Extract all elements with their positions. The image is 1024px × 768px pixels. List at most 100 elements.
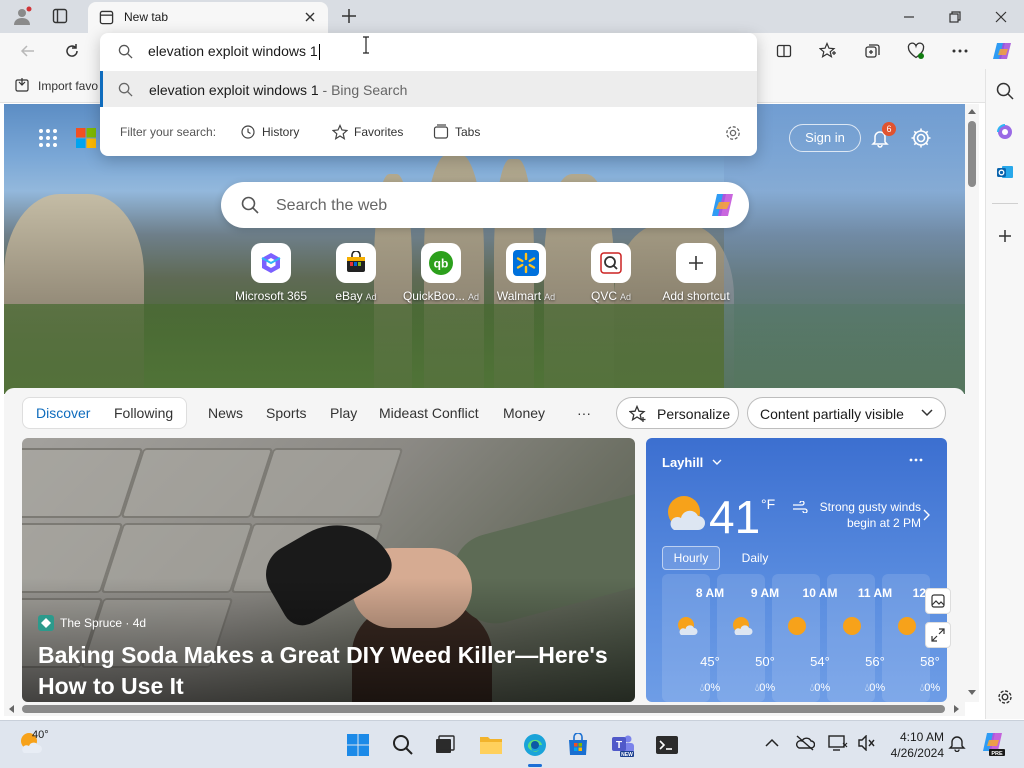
content-visibility-dropdown[interactable]: Content partially visible [747, 397, 946, 429]
import-favorites-icon [14, 77, 30, 93]
scroll-left-arrow-icon[interactable] [7, 704, 15, 714]
page-settings-icon[interactable] [910, 127, 932, 149]
sunny-icon [841, 616, 863, 636]
more-options-icon[interactable] [946, 37, 974, 65]
collections-icon[interactable] [859, 37, 887, 65]
hourly-forecast-item: 10 AM 54° 💧︎0% [772, 574, 837, 702]
address-bar-input[interactable]: elevation exploit windows 1 [148, 43, 320, 61]
sidebar-copilot-icon[interactable] [991, 118, 1019, 146]
search-settings-gear-icon[interactable] [724, 124, 742, 142]
tab-money[interactable]: Money [503, 405, 545, 421]
more-tabs-button[interactable]: ··· [577, 405, 591, 421]
address-bar-dropdown[interactable]: elevation exploit windows 1 elevation ex… [100, 33, 757, 156]
copilot-preview-icon[interactable]: PRE [980, 731, 1006, 757]
show-hidden-icons-chevron-up-icon[interactable] [765, 738, 779, 748]
close-window-button[interactable] [978, 0, 1024, 33]
new-tab-plus-icon[interactable] [340, 7, 358, 25]
sidebar-search-icon[interactable] [991, 77, 1019, 105]
copilot-search-icon[interactable] [709, 192, 737, 218]
chevron-right-icon[interactable] [923, 509, 930, 521]
temperature-unit[interactable]: °F [761, 496, 775, 512]
back-icon[interactable] [14, 37, 42, 65]
task-view-icon[interactable] [430, 730, 460, 760]
sidebar-outlook-icon[interactable] [991, 158, 1019, 186]
tabs-icon [433, 124, 449, 139]
i-beam-cursor-icon [362, 36, 370, 54]
shortcut-walmart[interactable]: Walmart Ad [484, 243, 568, 303]
partly-sunny-icon [676, 616, 698, 636]
search-filter-bar: Filter your search: History Favorites Ta… [100, 115, 757, 151]
web-search-box[interactable]: Search the web [221, 182, 749, 228]
taskbar-search-icon[interactable] [388, 730, 418, 760]
weather-more-icon[interactable] [909, 458, 923, 462]
expand-icon [931, 628, 945, 642]
weather-location[interactable]: Layhill [662, 455, 703, 470]
tab-mideast-conflict[interactable]: Mideast Conflict [379, 405, 479, 421]
filter-tabs[interactable]: Tabs [433, 124, 480, 140]
shortcut-microsoft-365[interactable]: Microsoft 365 [229, 243, 313, 303]
filter-history[interactable]: History [240, 124, 299, 140]
shortcut-ebay[interactable]: eBay Ad [314, 243, 398, 303]
sidebar-settings-icon[interactable] [991, 683, 1019, 711]
weather-alert[interactable]: Strong gusty winds begin at 2 PM [791, 499, 921, 531]
microsoft-store-icon[interactable] [563, 730, 593, 760]
sidebar-add-icon[interactable] [991, 222, 1019, 250]
close-tab-icon[interactable] [304, 11, 316, 23]
tab-sports[interactable]: Sports [266, 405, 306, 421]
app-launcher-icon[interactable] [38, 128, 58, 148]
volume-muted-icon[interactable] [857, 735, 875, 751]
sign-in-button[interactable]: Sign in [789, 124, 861, 152]
news-source-label: The Spruce · 4d [60, 616, 147, 630]
shortcut-qvc[interactable]: QVC Ad [569, 243, 653, 303]
teams-icon[interactable]: T NEW [608, 730, 638, 760]
profile-icon[interactable] [12, 6, 32, 26]
weather-card[interactable]: Layhill 41 °F Strong gusty winds begin a… [646, 438, 947, 702]
taskbar-edge-icon[interactable] [520, 730, 550, 760]
news-card[interactable]: The Spruce · 4d Baking Soda Makes a Grea… [22, 438, 635, 702]
news-headline[interactable]: Baking Soda Makes a Great DIY Weed Kille… [38, 640, 628, 702]
filter-favorites[interactable]: Favorites [332, 124, 403, 140]
expand-button[interactable] [925, 622, 951, 648]
shortcut-quickbooks[interactable]: qb QuickBoo... Ad [399, 243, 483, 303]
file-explorer-icon[interactable] [476, 730, 506, 760]
content-visibility-label: Content partially visible [760, 406, 904, 422]
refresh-icon[interactable] [58, 37, 86, 65]
system-clock[interactable]: 4:10 AM 4/26/2024 [880, 729, 944, 761]
scroll-right-arrow-icon[interactable] [953, 704, 961, 714]
search-suggestion[interactable]: elevation exploit windows 1 - Bing Searc… [100, 71, 757, 107]
restore-button[interactable] [932, 0, 978, 33]
location-chevron-down-icon[interactable] [712, 459, 722, 466]
tab-play[interactable]: Play [330, 405, 357, 421]
tab-new-tab[interactable]: New tab [88, 2, 328, 33]
tab-discover[interactable]: Discover [36, 405, 90, 421]
terminal-icon[interactable] [652, 730, 682, 760]
vertical-scroll-thumb[interactable] [968, 121, 976, 187]
suggestion-text: elevation exploit windows 1 [149, 82, 319, 98]
hourly-tab[interactable]: Hourly [662, 546, 720, 570]
shortcut-add[interactable]: Add shortcut [654, 243, 738, 303]
horizontal-scroll-thumb[interactable] [22, 705, 945, 713]
favorites-icon[interactable] [814, 37, 842, 65]
scroll-up-arrow-icon[interactable] [967, 107, 977, 115]
notification-center-bell-icon[interactable] [948, 734, 966, 752]
daily-tab[interactable]: Daily [732, 546, 778, 570]
minimize-button[interactable] [886, 0, 932, 33]
start-button[interactable] [343, 730, 373, 760]
tab-following[interactable]: Following [114, 405, 173, 421]
scroll-down-arrow-icon[interactable] [967, 689, 977, 697]
copilot-icon[interactable] [988, 37, 1016, 65]
onedrive-offline-icon[interactable] [795, 735, 815, 751]
display-icon[interactable] [828, 735, 848, 751]
browser-essentials-icon[interactable] [902, 37, 930, 65]
microsoft-365-icon [251, 243, 291, 283]
vertical-scrollbar[interactable] [965, 104, 979, 702]
clock-time: 4:10 AM [899, 730, 944, 744]
tab-actions-icon[interactable] [52, 8, 68, 24]
import-favorites-link[interactable]: Import favo [38, 79, 98, 93]
star-icon [332, 124, 348, 140]
background-image-button[interactable] [925, 588, 951, 614]
tab-news[interactable]: News [208, 405, 243, 421]
personalize-button[interactable]: Personalize [616, 397, 739, 429]
split-screen-icon[interactable] [770, 37, 798, 65]
notification-badge: 6 [882, 122, 896, 136]
